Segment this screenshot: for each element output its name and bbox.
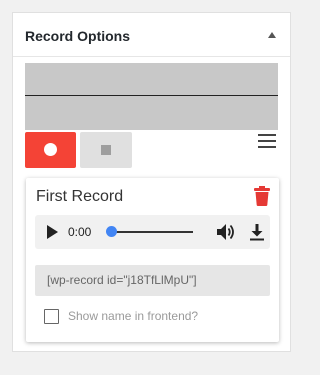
waveform-display <box>25 63 278 130</box>
download-icon[interactable] <box>248 223 266 241</box>
stop-button[interactable] <box>80 132 132 168</box>
stop-square-icon <box>101 145 111 155</box>
show-name-label: Show name in frontend? <box>68 309 199 323</box>
hamburger-menu-icon[interactable] <box>258 134 276 148</box>
shortcode-field[interactable]: [wp-record id="j18TfLlMpU"] <box>35 265 270 296</box>
seek-slider[interactable] <box>106 226 193 237</box>
current-time: 0:00 <box>68 225 92 239</box>
seek-thumb[interactable] <box>106 226 117 237</box>
volume-icon[interactable] <box>217 223 237 241</box>
record-card: First Record 0:00 [wp-record id="j18TfLl… <box>26 178 279 342</box>
play-icon[interactable] <box>47 225 58 239</box>
triangle-up-icon[interactable] <box>268 32 276 38</box>
trash-icon[interactable] <box>254 186 270 206</box>
panel-title: Record Options <box>25 28 131 44</box>
record-options-panel: Record Options First Record 0:00 [wp-rec… <box>12 12 291 352</box>
show-name-checkbox[interactable] <box>44 309 59 324</box>
waveform-baseline <box>25 95 278 96</box>
panel-header: Record Options <box>13 13 290 57</box>
audio-player: 0:00 <box>35 215 270 249</box>
record-title: First Record <box>36 188 124 205</box>
record-button[interactable] <box>25 132 76 168</box>
record-dot-icon <box>44 143 57 156</box>
